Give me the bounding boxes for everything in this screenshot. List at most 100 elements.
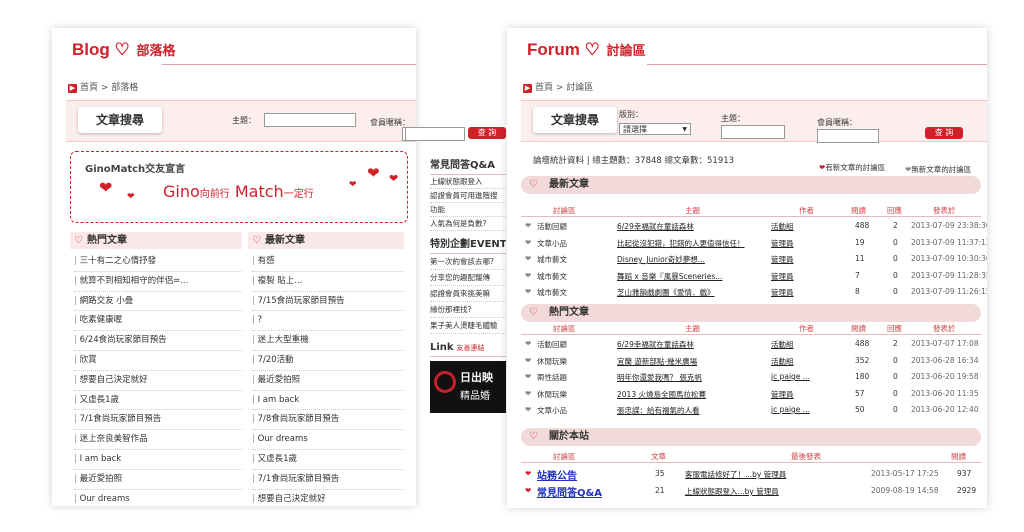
subject-input[interactable] [721,125,785,139]
list-item[interactable]: 三十有二之心情抒發 [74,252,242,272]
author-link[interactable]: 活動組 [771,221,817,232]
subject-link[interactable]: 宜蘭 遊新部點-幾米廣場 [617,356,787,367]
breadcrumb[interactable]: ▶ 首頁 > 討論區 [523,80,593,93]
subject-link[interactable]: Disney_Junior奇妙夢想... [617,254,787,265]
member-input[interactable] [817,129,879,143]
subject-link[interactable]: 芝山雅韻戲劇團《愛情．戲》 [617,287,787,298]
arrow-right-icon: ▶ [68,84,77,93]
subject-link[interactable]: 明年你還愛我嗎？ 張克帆 [617,372,787,383]
table-row[interactable]: ❤ 文章小品 比起從沒犯錯，犯錯的人更值得信任！ 管理員 19 0 2013-07-09 1… [521,235,987,251]
list-item[interactable]: 7/8食尚玩家節目預告 [252,410,404,431]
event-item[interactable]: 第一次約會該去哪? [430,254,506,270]
faq-item[interactable]: 上線狀態跟登入 [430,175,506,189]
list-item[interactable]: I am back [74,450,242,470]
subject-link[interactable]: 2013 火燒島全國馬拉松賽 [617,389,787,400]
board-cell[interactable]: 文章小品 [537,238,567,249]
table-row[interactable]: ❤ 活動回顧 6/29幸福就在童話森林 活動組 488 2 2013-07-09 23:38… [521,218,987,234]
author-link[interactable]: 管理員 [771,389,817,400]
promo-banner[interactable]: GinoMatch交友宣言 ❤ ❤ Gino向前行 Match一定行 ❤ ❤ ❤ [70,151,408,223]
author-link[interactable]: 管理員 [771,287,817,298]
table-row[interactable]: ❤ 常見問答Q&A 21 上線狀態跟登入...by 管理員 2009-08-19 14:… [521,483,981,499]
subject-link[interactable]: 6/29幸福就在童話森林 [617,221,787,232]
replies-cell: 0 [893,372,898,381]
latest-section-header: ♡ 最新文章 [521,176,981,194]
author-link[interactable]: 管理員 [771,271,817,282]
subject-input[interactable] [264,113,356,127]
board-cell[interactable]: 城市藝文 [537,254,567,265]
list-item[interactable]: ? [252,311,404,332]
list-item[interactable]: 迷上大型重機 [252,331,404,351]
list-item[interactable]: 最近愛拍照 [74,470,242,490]
table-row[interactable]: ❤ 休閒玩樂 宜蘭 遊新部點-幾米廣場 活動組 352 0 2013-06-28 16:34 [521,353,981,369]
subject-link[interactable]: 比起從沒犯錯，犯錯的人更值得信任！ [617,238,787,249]
list-item[interactable]: 欣賞 [74,351,242,371]
list-item[interactable]: 又虛長1歲 [74,391,242,411]
table-row[interactable]: ❤ 文章小品 張忠謀：給有福氣的人看 jc paige ... 50 0 2013-06-2… [521,402,981,418]
list-item[interactable]: 網路交友 小叠 [74,292,242,312]
event-item[interactable]: 分享您的趣配寵傳 [430,270,506,286]
blog-search-button[interactable]: 查 詢 [468,127,506,139]
table-row[interactable]: ❤ 休閒玩樂 2013 火燒島全國馬拉松賽 管理員 57 0 2013-06-20 11:3… [521,386,981,402]
author-link[interactable]: 活動組 [771,356,817,367]
list-item[interactable]: Our dreams [252,430,404,450]
board-cell[interactable]: 文章小品 [537,405,567,416]
chevron-down-icon: ▼ [682,126,687,133]
list-item[interactable]: 7/20活動 [252,351,404,371]
list-item[interactable]: 想要自己決定就好 [252,490,404,506]
board-cell[interactable]: 活動回顧 [537,339,567,350]
last-post-link[interactable]: 上線狀態跟登入...by 管理員 [685,486,825,497]
table-row[interactable]: ❤ 城市藝文 Disney_Junior奇妙夢想... 管理員 11 0 2013-07-0… [521,251,987,267]
replies-cell: 0 [893,355,898,365]
blog-title: Blog ♡ 部落格 [72,40,176,59]
board-cell[interactable]: 活動回顧 [537,221,567,232]
subject-link[interactable]: 6/29幸福就在童話森林 [617,339,787,350]
list-item[interactable]: 複製 貼上... [252,272,404,292]
last-post-link[interactable]: 客服電話修好了！...by 管理員 [685,469,825,480]
table-row[interactable]: ❤ 城市藝文 舞蹈 x 音樂『風暴Sceneries... 管理員 7 0 2013-07-… [521,268,987,284]
faq-item[interactable]: 功能 [430,203,506,217]
table-row[interactable]: ❤ 站務公告 35 客服電話修好了！...by 管理員 2013-05-17 17:25… [521,466,981,482]
board-cell[interactable]: 休閒玩樂 [537,389,567,400]
table-row[interactable]: ❤ 城市藝文 芝山雅韻戲劇團《愛情．戲》 管理員 8 0 2013-07-09 11:26:… [521,284,987,300]
author-link[interactable]: 活動組 [771,339,817,350]
author-link[interactable]: jc paige ... [771,372,817,381]
list-item[interactable]: 吃素健康喔 [74,311,242,332]
board-link[interactable]: 常見問答Q&A [537,484,602,499]
board-cell[interactable]: 城市藝文 [537,287,567,298]
board-link[interactable]: 站務公告 [537,467,577,482]
list-item[interactable]: 又虛長1歲 [252,450,404,470]
faq-item[interactable]: 認證會員可用進階搜 [430,189,506,203]
blog-member-input[interactable] [405,127,465,141]
list-item[interactable]: 就算不到相知相守的伴侶=... [74,272,242,292]
search-button[interactable]: 查 詢 [925,127,963,139]
list-item[interactable]: 想要自己決定就好 [74,371,242,391]
board-cell[interactable]: 兩性話題 [537,372,567,383]
author-link[interactable]: jc paige ... [771,405,817,414]
link-badge[interactable]: 友善連結 [456,344,484,352]
table-row[interactable]: ❤ 兩性話題 明年你還愛我嗎？ 張克帆 jc paige ... 180 0 2013-06… [521,369,981,385]
author-link[interactable]: 管理員 [771,254,817,265]
event-item[interactable]: 緣份那裡找? [430,302,506,318]
list-item[interactable]: 7/1食尚玩家節目預告 [252,470,404,490]
author-link[interactable]: 管理員 [771,238,817,249]
board-cell[interactable]: 休閒玩樂 [537,356,567,367]
list-item[interactable]: 7/15食尚玩家節目預告 [252,292,404,312]
breadcrumb[interactable]: ▶ 首頁 > 部落格 [68,80,138,93]
subject-label: 主題： [721,114,745,123]
subject-link[interactable]: 張忠謀：給有福氣的人看 [617,405,787,416]
list-item[interactable]: I am back [252,391,404,411]
category-select[interactable]: 請選擇 ▼ [619,123,691,135]
list-item[interactable]: 6/24食尚玩家節目預告 [74,331,242,351]
event-item[interactable]: 認證會員來挑美嘛 [430,286,506,302]
table-row[interactable]: ❤ 活動回顧 6/29幸福就在童話森林 活動組 488 2 2013-07-07 17:08 [521,336,981,352]
list-item[interactable]: 有感 [252,252,404,272]
list-item[interactable]: 7/1食尚玩家節目預告 [74,410,242,431]
ad-banner[interactable]: 日出映 精品婚 [430,361,506,413]
event-item[interactable]: 果子美人燙睫毛體驗 [430,318,506,334]
list-item[interactable]: 迷上奈良美智作品 [74,430,242,450]
board-cell[interactable]: 城市藝文 [537,271,567,282]
list-item[interactable]: Our dreams [74,490,242,506]
list-item[interactable]: 最近愛拍照 [252,371,404,391]
faq-item[interactable]: 人氣為何是負數? [430,217,506,231]
subject-link[interactable]: 舞蹈 x 音樂『風暴Sceneries... [617,271,787,282]
